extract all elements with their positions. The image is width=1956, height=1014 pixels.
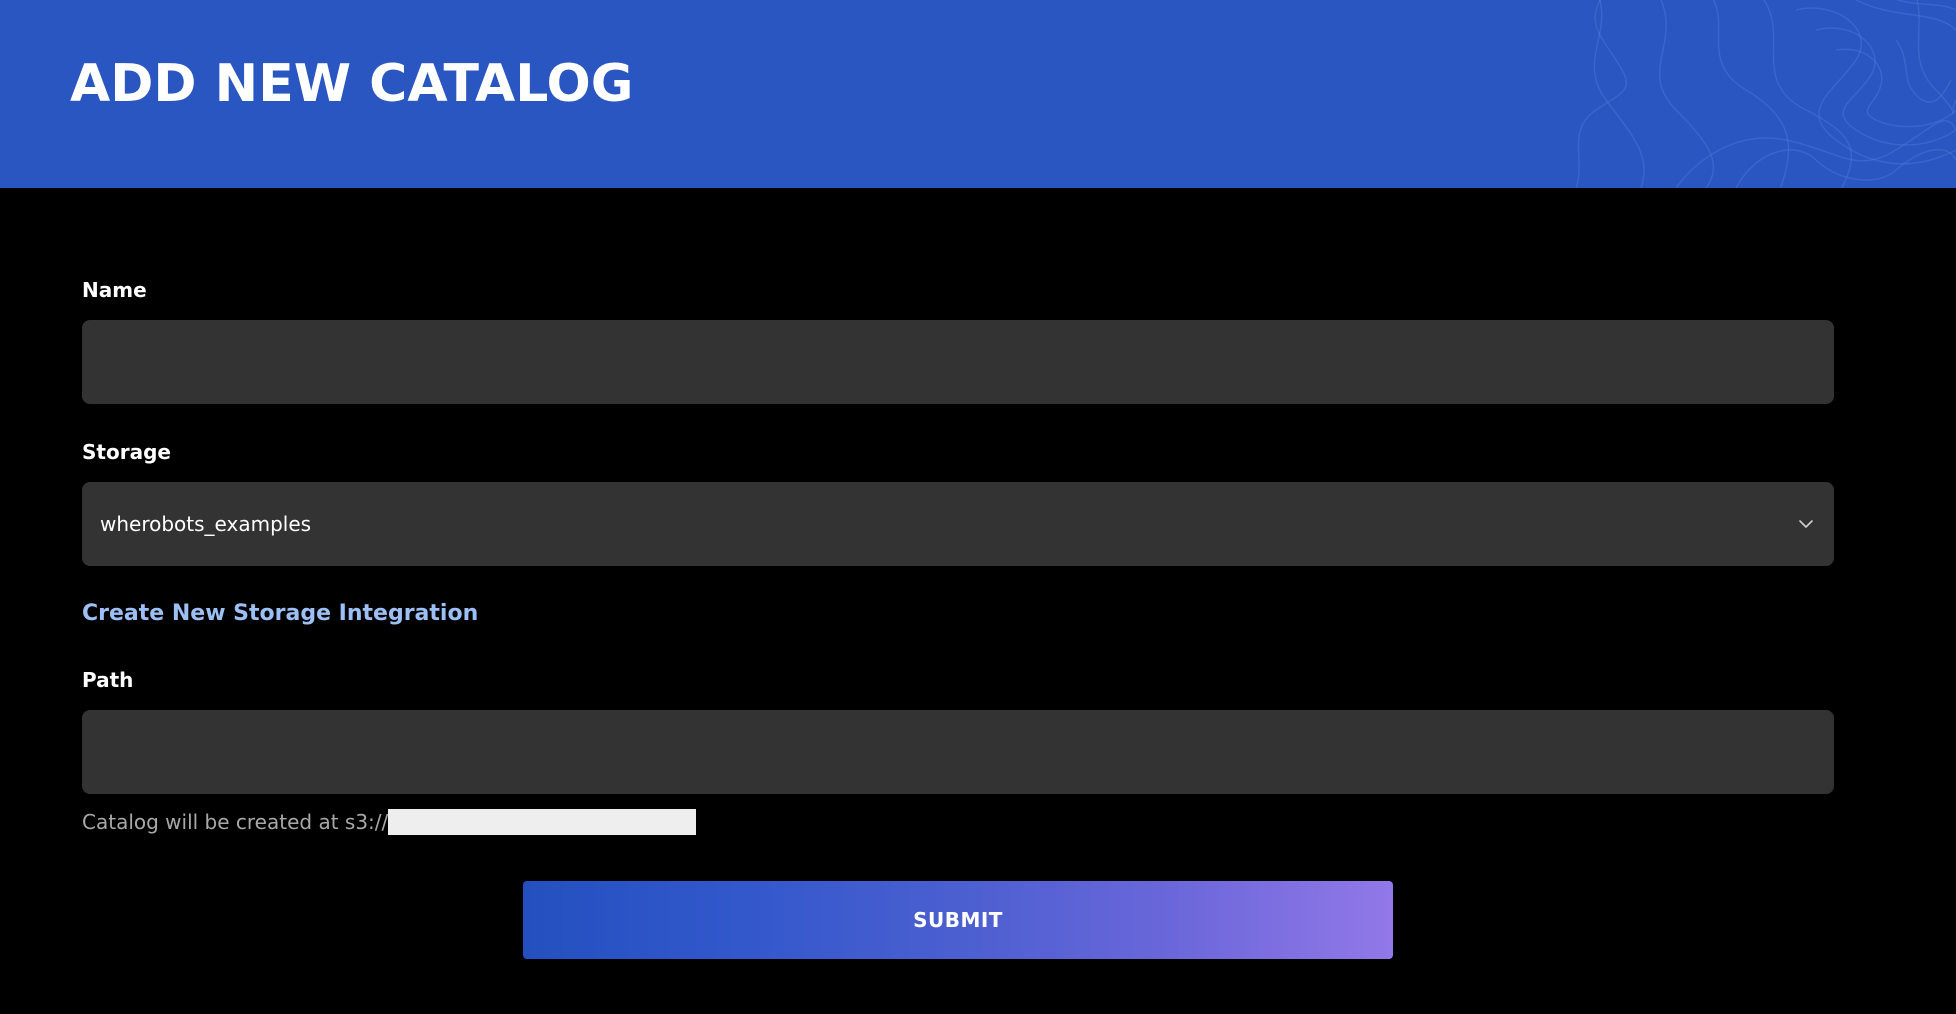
page: ADD NEW CATALOG Name Storage wherobots_e… — [0, 0, 1956, 1014]
create-storage-integration-link[interactable]: Create New Storage Integration — [82, 600, 478, 628]
name-input[interactable] — [82, 320, 1834, 404]
storage-select[interactable]: wherobots_examples — [82, 482, 1834, 566]
path-label: Path — [82, 668, 134, 692]
catalog-location-helper: Catalog will be created at s3:// — [82, 808, 697, 836]
page-title: ADD NEW CATALOG — [70, 54, 634, 114]
page-header: ADD NEW CATALOG — [0, 0, 1956, 188]
storage-label: Storage — [82, 440, 171, 464]
redacted-bucket-name — [388, 809, 697, 835]
path-input[interactable] — [82, 710, 1834, 794]
submit-button[interactable]: SUBMIT — [523, 881, 1393, 959]
helper-text: Catalog will be created at s3:// — [82, 810, 389, 834]
topographic-pattern — [1575, 0, 1956, 188]
storage-selected-value: wherobots_examples — [100, 512, 312, 536]
name-label: Name — [82, 278, 147, 302]
chevron-down-icon — [1799, 520, 1813, 528]
